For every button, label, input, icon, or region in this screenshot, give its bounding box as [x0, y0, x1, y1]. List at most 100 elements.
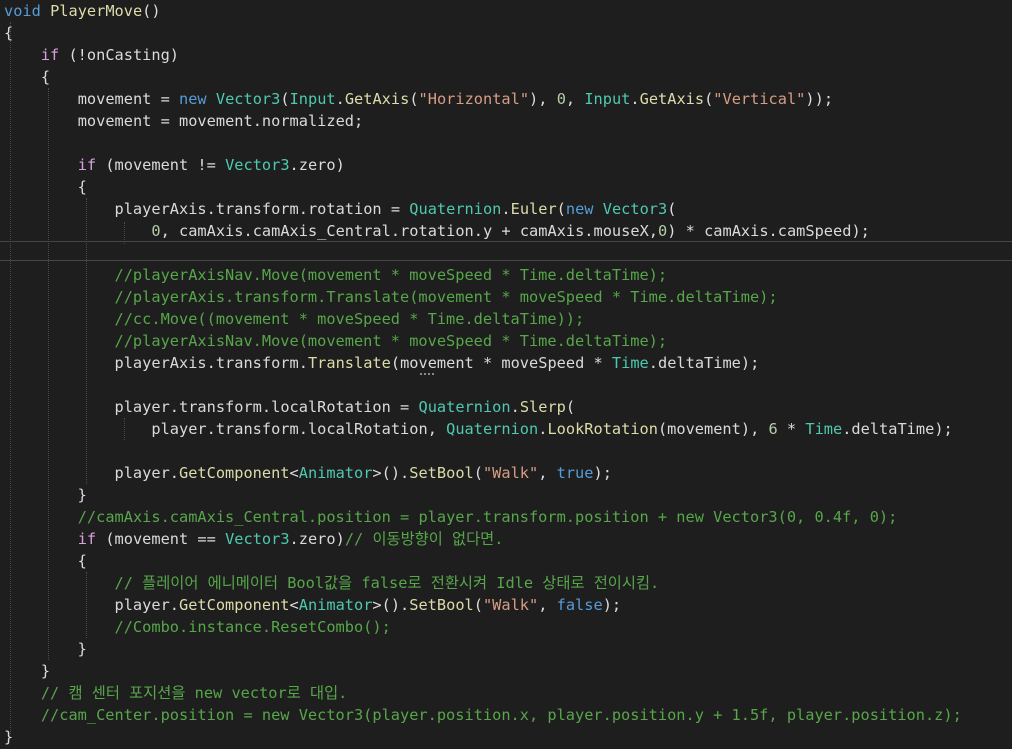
- code-line[interactable]: //playerAxis.transform.Translate(movemen…: [4, 286, 1012, 308]
- code-line[interactable]: //cam_Center.position = new Vector3(play…: [4, 704, 1012, 726]
- code-token: ): [335, 156, 345, 174]
- code-line[interactable]: if (movement != Vector3.zero): [4, 154, 1012, 176]
- code-line[interactable]: }: [4, 638, 1012, 660]
- code-token: transform: [215, 200, 299, 218]
- code-token: =: [151, 112, 180, 130]
- code-token: =: [381, 200, 410, 218]
- code-line[interactable]: player.GetComponent<Animator>().SetBool(…: [4, 594, 1012, 616]
- code-line[interactable]: playerAxis.transform.rotation = Quaterni…: [4, 198, 1012, 220]
- code-token: 6: [768, 420, 778, 438]
- code-token: normalized: [261, 112, 355, 130]
- code-line[interactable]: {: [4, 22, 1012, 44]
- code-token: onCasting: [86, 46, 170, 64]
- code-line[interactable]: player.transform.localRotation = Quatern…: [4, 396, 1012, 418]
- code-line[interactable]: player.transform.localRotation, Quaterni…: [4, 418, 1012, 440]
- code-line[interactable]: {: [4, 176, 1012, 198]
- code-line[interactable]: // 캠 센터 포지션을 new vector로 대입.: [4, 682, 1012, 704]
- code-token: +: [492, 222, 520, 240]
- code-line[interactable]: 0, camAxis.camAxis_Central.rotation.y + …: [4, 220, 1012, 242]
- code-token: //playerAxisNav.Move(movement * moveSpee…: [114, 332, 668, 350]
- code-line[interactable]: movement = movement.normalized;: [4, 110, 1012, 132]
- code-line[interactable]: [4, 440, 1012, 462]
- code-token: rotation: [307, 200, 382, 218]
- code-line[interactable]: void PlayerMove(): [4, 0, 1012, 22]
- code-token: Input: [584, 90, 631, 108]
- code-token: ,: [160, 222, 179, 240]
- code-token: .: [206, 420, 216, 438]
- code-token: "Horizontal": [418, 90, 530, 108]
- code-token: // 플레이어 에니메이터 Bool값을 false로 전환시켜 Idle 상태…: [114, 574, 660, 592]
- code-token: );: [934, 420, 953, 438]
- code-token: GetComponent: [179, 596, 290, 614]
- code-token: );: [602, 596, 622, 614]
- code-line[interactable]: movement = new Vector3(Input.GetAxis("Ho…: [4, 88, 1012, 110]
- code-token: .: [243, 222, 253, 240]
- code-line[interactable]: }: [4, 484, 1012, 506]
- code-line[interactable]: {: [4, 66, 1012, 88]
- code-token: deltaTime: [657, 354, 741, 372]
- code-token: // 캠 센터 포지션을 new vector로 대입.: [40, 684, 348, 702]
- code-token: movement: [667, 420, 741, 438]
- code-token: .: [169, 596, 179, 614]
- code-token: .: [630, 90, 640, 108]
- code-token: "Vertical": [713, 90, 806, 108]
- code-token: mouseX: [593, 222, 649, 240]
- code-token: ): [335, 530, 345, 548]
- code-token: ));: [805, 90, 834, 108]
- code-token: playerAxis: [114, 354, 207, 372]
- code-token: .: [335, 90, 345, 108]
- code-token: // 이동방향이 없다면.: [344, 530, 504, 548]
- code-line[interactable]: playerAxis.transform.Translate(movement …: [4, 352, 1012, 374]
- code-line[interactable]: //playerAxisNav.Move(movement * moveSpee…: [4, 264, 1012, 286]
- code-token: //camAxis.camAxis_Central.position = pla…: [77, 508, 898, 526]
- code-token: .: [584, 222, 594, 240]
- code-line[interactable]: //cc.Move((movement * moveSpeed * Time.d…: [4, 308, 1012, 330]
- code-editor[interactable]: void PlayerMove(){ if (!onCasting) { mov…: [0, 0, 1012, 749]
- code-token: .: [169, 398, 179, 416]
- code-token: 0: [556, 90, 566, 108]
- code-line[interactable]: {: [4, 550, 1012, 572]
- code-line[interactable]: if (!onCasting): [4, 44, 1012, 66]
- code-token: .: [510, 398, 520, 416]
- code-token: //cc.Move((movement * moveSpeed * Time.d…: [114, 310, 585, 328]
- code-token: camSpeed: [777, 222, 852, 240]
- code-token: *: [473, 354, 502, 372]
- code-token: PlayerMove: [50, 2, 143, 20]
- code-token: movement: [77, 90, 152, 108]
- code-line[interactable]: // 플레이어 에니메이터 Bool값을 false로 전환시켜 Idle 상태…: [4, 572, 1012, 594]
- code-token: *: [777, 420, 806, 438]
- code-token: }: [4, 662, 51, 680]
- code-token: <: [289, 464, 299, 482]
- code-line[interactable]: }: [4, 726, 1012, 748]
- code-line[interactable]: //camAxis.camAxis_Central.position = pla…: [4, 506, 1012, 528]
- code-token: .: [252, 112, 262, 130]
- code-line[interactable]: player.GetComponent<Animator>().SetBool(…: [4, 462, 1012, 484]
- suggestion-squiggle: [420, 371, 434, 375]
- code-token: (: [473, 596, 483, 614]
- code-token: =: [151, 90, 180, 108]
- code-token: Slerp: [519, 398, 566, 416]
- code-line[interactable]: [4, 132, 1012, 154]
- code-token: }: [4, 486, 87, 504]
- code-line[interactable]: [4, 374, 1012, 396]
- code-area[interactable]: void PlayerMove(){ if (!onCasting) { mov…: [4, 0, 1012, 749]
- code-token: 0: [658, 222, 668, 240]
- code-line[interactable]: //playerAxisNav.Move(movement * moveSpee…: [4, 330, 1012, 352]
- code-line[interactable]: if (movement == Vector3.zero)// 이동방향이 없다…: [4, 528, 1012, 550]
- code-token: (: [409, 90, 419, 108]
- code-token: //Combo.instance.ResetCombo();: [114, 618, 391, 636]
- code-line[interactable]: [4, 242, 1012, 264]
- code-token: .: [289, 156, 299, 174]
- code-line[interactable]: //Combo.instance.ResetCombo();: [4, 616, 1012, 638]
- code-line[interactable]: }: [4, 660, 1012, 682]
- code-token: {: [4, 68, 51, 86]
- code-token: Vector3: [225, 156, 290, 174]
- code-token: GetAxis: [344, 90, 410, 108]
